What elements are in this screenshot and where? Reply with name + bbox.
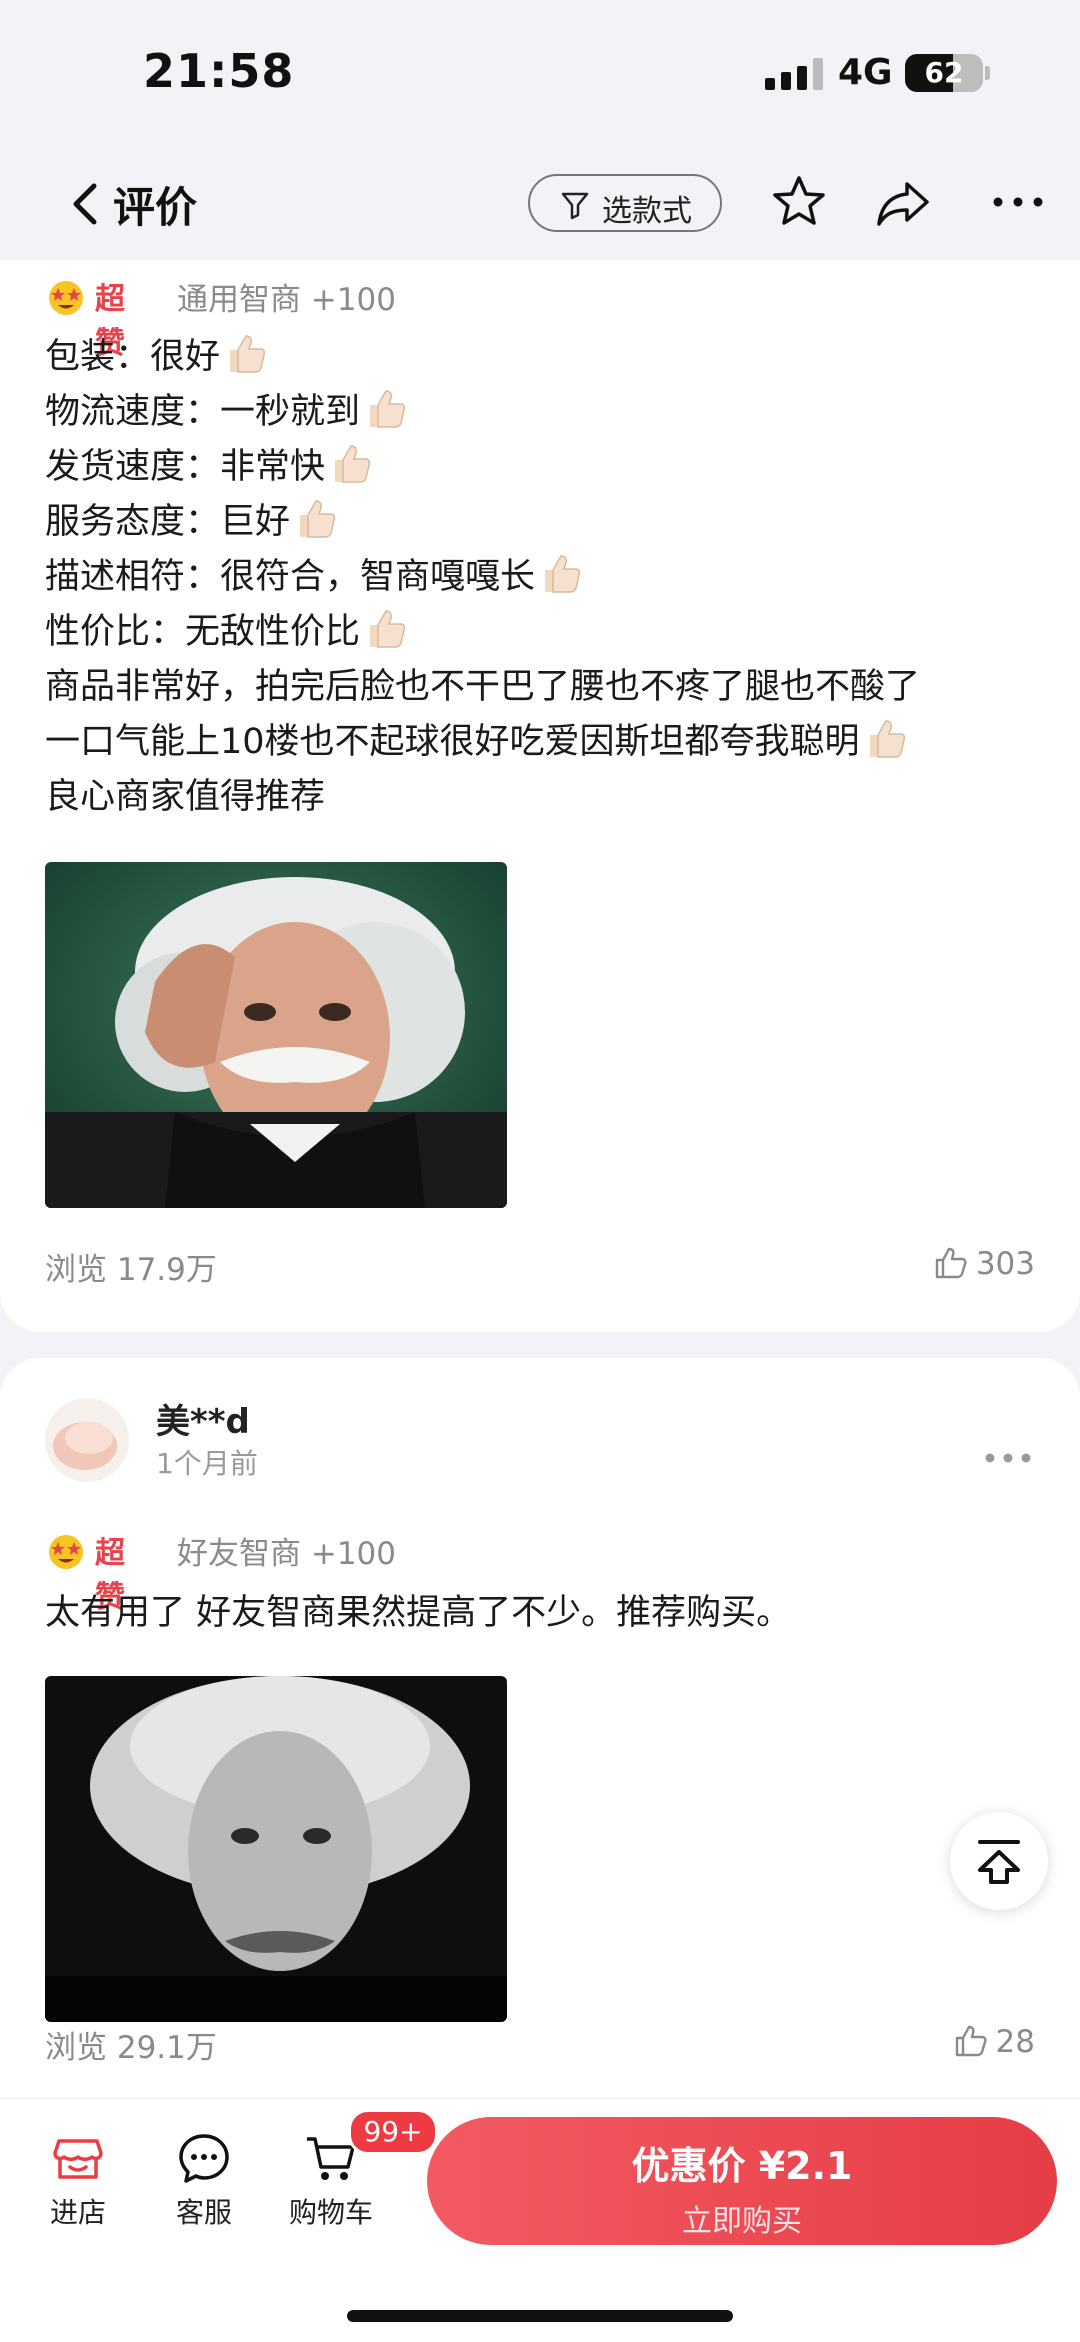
buy-price: 优惠价 ¥2.1 bbox=[631, 2144, 853, 2188]
review-time: 1个月前 bbox=[156, 1447, 258, 1480]
battery-icon: 62 bbox=[905, 54, 983, 92]
filter-label: 选款式 bbox=[602, 194, 692, 229]
status-time: 21:58 bbox=[143, 44, 295, 98]
star-icon[interactable] bbox=[769, 172, 829, 232]
back-to-top-button[interactable] bbox=[950, 1812, 1048, 1910]
arrow-up-icon bbox=[978, 1840, 1020, 1884]
thumbs-up-icon bbox=[955, 2025, 987, 2057]
like-count: 28 bbox=[995, 2024, 1035, 2060]
review-meta: 通用智商 +100 bbox=[177, 282, 396, 318]
view-count: 浏览 17.9万 bbox=[45, 1252, 217, 1288]
review-line: 物流速度：一秒就到 bbox=[45, 385, 1045, 440]
review-text: 包装：很好 物流速度：一秒就到 发货速度：非常快 服务态度：巨好 描述相符：很符… bbox=[45, 330, 1045, 825]
thumbs-up-emoji-icon bbox=[370, 610, 406, 648]
review-line: 描述相符：很符合，智商嘎嘎长 bbox=[45, 550, 1045, 605]
review-photo[interactable] bbox=[45, 1676, 507, 2022]
review-line: 发货速度：非常快 bbox=[45, 440, 1045, 495]
cart-label: 购物车 bbox=[288, 2196, 373, 2229]
review-line: 商品非常好，拍完后脸也不干巴了腰也不疼了腿也不酸了 bbox=[45, 667, 921, 707]
review-line: 良心商家值得推荐 bbox=[45, 777, 326, 817]
like-button[interactable]: 28 bbox=[954, 2024, 1035, 2060]
review-meta: 好友智商 +100 bbox=[177, 1536, 396, 1572]
review-photo[interactable] bbox=[45, 862, 507, 1208]
signal-icon bbox=[765, 58, 825, 90]
thumbs-up-emoji-icon bbox=[869, 720, 905, 758]
review-text: 太有用了 好友智商果然提高了不少。推荐购买。 bbox=[45, 1586, 1045, 1641]
thumbs-up-emoji-icon bbox=[370, 390, 406, 428]
like-button[interactable]: 303 bbox=[934, 1246, 1035, 1282]
store-label: 进店 bbox=[49, 2196, 106, 2229]
back-arrow-icon[interactable] bbox=[60, 176, 116, 232]
network-type: 4G bbox=[838, 52, 893, 93]
chat-icon bbox=[179, 2134, 229, 2183]
store-tab[interactable]: 进店 bbox=[23, 2131, 133, 2231]
buy-label: 立即购买 bbox=[682, 2204, 802, 2239]
avatar[interactable] bbox=[45, 1398, 129, 1482]
like-count: 303 bbox=[975, 1246, 1035, 1282]
battery-tip bbox=[985, 66, 990, 80]
star-eyes-icon bbox=[49, 1535, 83, 1569]
page-title: 评价 bbox=[113, 183, 198, 232]
review-card: 超赞 通用智商 +100 包装：很好 物流速度：一秒就到 发货速度：非常快 服务… bbox=[0, 260, 1080, 1332]
style-filter-button[interactable]: 选款式 bbox=[528, 174, 722, 232]
star-eyes-icon bbox=[49, 281, 83, 315]
review-line: 一口气能上10楼也不起球很好吃爱因斯坦都夸我聪明 bbox=[45, 715, 1045, 770]
status-bar: 21:58 4G 62 bbox=[0, 0, 1080, 150]
service-tab[interactable]: 客服 bbox=[149, 2131, 259, 2231]
top-nav: 评价 选款式 bbox=[0, 150, 1080, 260]
service-label: 客服 bbox=[175, 2196, 232, 2229]
review-more-icon[interactable] bbox=[984, 1452, 1032, 1464]
share-icon[interactable] bbox=[873, 172, 933, 232]
review-line: 包装：很好 bbox=[45, 330, 1045, 385]
home-indicator bbox=[347, 2310, 733, 2322]
more-icon[interactable] bbox=[988, 172, 1048, 232]
filter-icon bbox=[561, 192, 589, 220]
bottom-action-bar: 进店 客服 购物车 99+ 优惠价 ¥2.1 立即购买 bbox=[0, 2098, 1080, 2342]
review-line: 服务态度：巨好 bbox=[45, 495, 1045, 550]
thumbs-up-icon bbox=[935, 1247, 967, 1279]
view-count: 浏览 29.1万 bbox=[45, 2030, 217, 2066]
thumbs-up-emoji-icon bbox=[545, 555, 581, 593]
store-icon bbox=[53, 2139, 103, 2179]
review-line: 性价比：无敌性价比 bbox=[45, 605, 1045, 660]
review-line: 太有用了 好友智商果然提高了不少。推荐购买。 bbox=[45, 1593, 792, 1633]
review-card: 美**d 1个月前 超赞 好友智商 +100 太有用了 好友智商果然提高了不少。… bbox=[0, 1358, 1080, 2188]
thumbs-up-emoji-icon bbox=[300, 500, 336, 538]
battery-level: 62 bbox=[924, 56, 964, 89]
cart-count-badge: 99+ bbox=[348, 2109, 438, 2155]
thumbs-up-emoji-icon bbox=[230, 335, 266, 373]
thumbs-up-emoji-icon bbox=[335, 445, 371, 483]
buy-now-button[interactable]: 优惠价 ¥2.1 立即购买 bbox=[427, 2117, 1057, 2245]
user-name: 美**d bbox=[156, 1402, 250, 1442]
